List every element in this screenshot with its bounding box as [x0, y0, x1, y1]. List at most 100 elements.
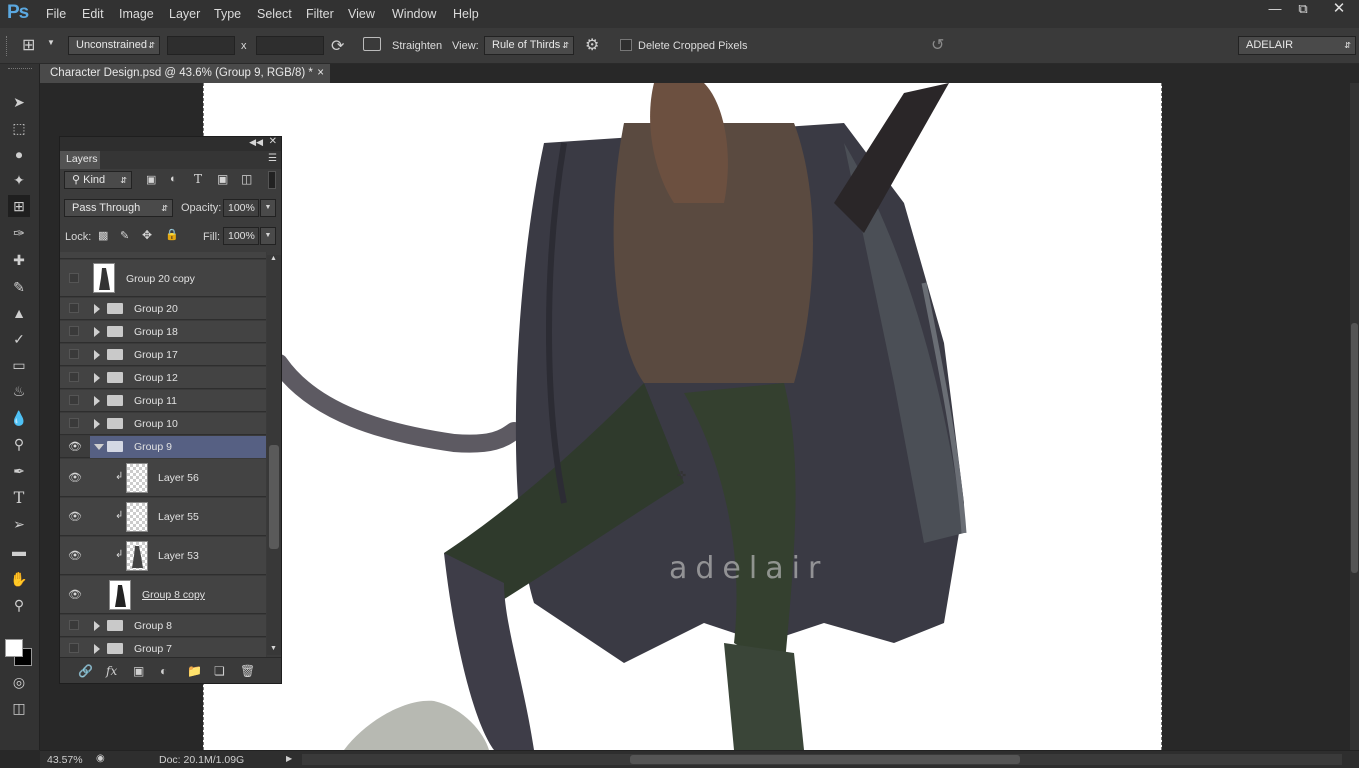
type-tool-icon[interactable]: T [8, 487, 30, 509]
horizontal-scroll-thumb[interactable] [630, 755, 1020, 764]
layer-name[interactable]: Group 12 [134, 372, 178, 384]
visibility-toggle[interactable] [69, 326, 79, 336]
expand-arrow-icon[interactable] [94, 396, 100, 406]
eye-icon[interactable]: 👁 [68, 510, 82, 523]
quick-select-tool-icon[interactable]: ✦ [8, 169, 30, 191]
visibility-toggle[interactable] [69, 349, 79, 359]
swap-icon[interactable]: ⟳ [331, 36, 344, 56]
link-icon[interactable]: 🔗 [78, 664, 93, 678]
workspace-select[interactable]: ADELAIR ⇵ [1238, 36, 1356, 55]
blur-tool-icon[interactable]: 💧 [8, 407, 30, 429]
collapse-arrow-icon[interactable] [94, 444, 104, 450]
screen-mode-icon[interactable]: ◫ [8, 697, 30, 719]
layer-name[interactable]: Group 10 [134, 418, 178, 430]
expand-arrow-icon[interactable] [94, 644, 100, 654]
layer-row[interactable]: Group 12 [60, 367, 266, 389]
visibility-toggle[interactable] [69, 395, 79, 405]
expand-arrow-icon[interactable] [94, 350, 100, 360]
quick-mask-icon[interactable]: ◎ [8, 671, 30, 693]
expand-arrow-icon[interactable] [94, 419, 100, 429]
layer-row[interactable]: Group 7 [60, 638, 266, 657]
visibility-toggle[interactable] [69, 303, 79, 313]
expand-arrow-icon[interactable] [94, 327, 100, 337]
foreground-color-swatch[interactable] [5, 639, 23, 657]
stamp-tool-icon[interactable]: ▲ [8, 302, 30, 324]
mask-icon[interactable]: ▣ [133, 664, 144, 678]
document-tab[interactable]: Character Design.psd @ 43.6% (Group 9, R… [40, 64, 330, 83]
straighten-label[interactable]: Straighten [392, 40, 442, 52]
fx-icon[interactable]: fx [106, 664, 117, 678]
layer-row[interactable]: 👁 ↲ Layer 53 [60, 537, 266, 575]
zoom-tool-icon[interactable]: ⚲ [8, 594, 30, 616]
fill-input[interactable]: 100% [223, 227, 259, 245]
history-brush-tool-icon[interactable]: ✓ [8, 328, 30, 350]
layer-row[interactable]: 👁 Group 8 copy [60, 576, 266, 614]
pixel-filter-icon[interactable]: ▣ [146, 173, 156, 186]
scroll-up-icon[interactable]: ▲ [270, 255, 277, 262]
lasso-tool-icon[interactable]: ⦁ [8, 143, 30, 165]
layer-name[interactable]: Group 11 [134, 395, 177, 407]
smart-object-filter-icon[interactable]: ◫ [241, 172, 252, 186]
layer-row[interactable]: Group 18 [60, 321, 266, 343]
layer-name[interactable]: Group 8 [134, 620, 172, 632]
crop-tool-icon[interactable]: ⊞ [8, 195, 30, 217]
menu-edit[interactable]: Edit [82, 7, 104, 21]
layer-name[interactable]: Group 18 [134, 326, 178, 338]
adjustment-filter-icon[interactable]: ◐ [170, 173, 177, 185]
layer-row[interactable]: Group 20 copy [60, 260, 266, 297]
layer-name[interactable]: Layer 55 [158, 511, 199, 523]
type-filter-icon[interactable]: T [194, 172, 202, 186]
layer-name[interactable]: Group 20 [134, 303, 178, 315]
vertical-scrollbar[interactable] [1350, 83, 1359, 750]
brush-tool-icon[interactable]: ✎ [8, 276, 30, 298]
eraser-tool-icon[interactable]: ▭ [8, 354, 30, 376]
menu-type[interactable]: Type [214, 7, 241, 21]
status-menu-arrow-icon[interactable]: ▶ [286, 754, 292, 763]
layer-row[interactable]: Group 17 [60, 344, 266, 366]
visibility-toggle[interactable] [69, 372, 79, 382]
expand-arrow-icon[interactable] [94, 373, 100, 383]
layer-name[interactable]: Group 9 [134, 441, 172, 453]
document-canvas[interactable]: adelair ✜ [203, 83, 1162, 750]
layers-scrollbar[interactable]: ▲ ▼ [267, 255, 281, 655]
layer-row[interactable]: Group 8 [60, 615, 266, 637]
filter-kind-select[interactable]: ⚲ Kind ⇵ [64, 171, 132, 189]
layer-name[interactable]: Layer 56 [158, 472, 199, 484]
vertical-scroll-thumb[interactable] [1351, 323, 1358, 573]
layer-row[interactable]: Group 20 [60, 298, 266, 320]
menu-help[interactable]: Help [453, 7, 479, 21]
layer-name[interactable]: Group 8 copy [142, 589, 205, 601]
view-select[interactable]: Rule of Thirds ⇵ [484, 36, 574, 55]
chevron-down-icon[interactable]: ▼ [47, 38, 55, 47]
menu-window[interactable]: Window [392, 7, 436, 21]
gear-icon[interactable]: ⚙ [585, 35, 599, 55]
marquee-tool-icon[interactable]: ⬚ [8, 117, 30, 139]
blend-mode-select[interactable]: Pass Through ⇵ [64, 199, 173, 217]
layer-row[interactable]: 👁 ↲ Layer 56 [60, 459, 266, 497]
pen-tool-icon[interactable]: ✒ [8, 460, 30, 482]
new-group-icon[interactable]: 📁 [187, 664, 202, 678]
move-tool-icon[interactable]: ➤ [8, 91, 30, 113]
minimize-icon[interactable]: — [1260, 0, 1290, 20]
menu-layer[interactable]: Layer [169, 7, 200, 21]
layer-name[interactable]: Layer 53 [158, 550, 199, 562]
lock-position-icon[interactable]: ✥ [142, 228, 152, 242]
collapse-icon[interactable]: ◀◀ [249, 137, 263, 148]
horizontal-scrollbar[interactable] [302, 754, 1342, 765]
eye-icon[interactable]: 👁 [68, 588, 82, 601]
eye-icon[interactable]: 👁 [68, 440, 82, 453]
width-input[interactable] [167, 36, 235, 55]
menu-select[interactable]: Select [257, 7, 292, 21]
new-layer-icon[interactable]: ❏ [214, 664, 225, 678]
layer-row-selected[interactable]: 👁 Group 9 [60, 436, 266, 458]
trash-icon[interactable]: 🗑 [240, 664, 255, 678]
healing-brush-tool-icon[interactable]: ✚ [8, 249, 30, 271]
ratio-select[interactable]: Unconstrained ⇵ [68, 36, 160, 55]
visibility-toggle[interactable] [69, 273, 79, 283]
tab-layers[interactable]: Layers [60, 151, 100, 169]
fill-dropdown-icon[interactable]: ▼ [260, 227, 276, 245]
shape-filter-icon[interactable]: ▣ [217, 172, 228, 186]
zoom-level[interactable]: 43.57% [47, 754, 83, 766]
panel-menu-icon[interactable]: ☰ [268, 153, 277, 164]
layer-name[interactable]: Group 20 copy [126, 273, 195, 285]
